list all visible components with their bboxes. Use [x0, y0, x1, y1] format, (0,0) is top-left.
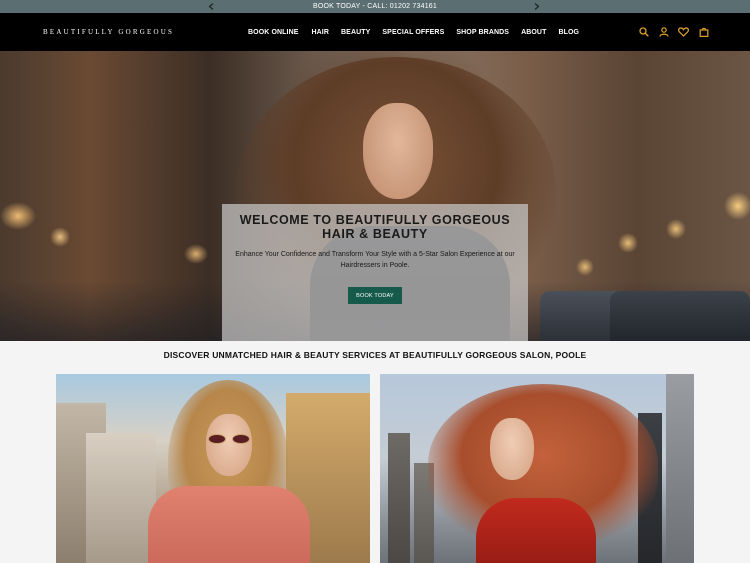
main-nav: BOOK ONLINE HAIR BEAUTY SPECIAL OFFERS S… [248, 13, 579, 51]
chevron-right-icon[interactable] [530, 0, 544, 13]
nav-item-beauty[interactable]: BEAUTY [341, 29, 370, 36]
model-face [490, 418, 534, 480]
search-icon[interactable] [638, 27, 649, 38]
nav-item-shop-brands[interactable]: SHOP BRANDS [456, 29, 509, 36]
bag-icon[interactable] [698, 27, 709, 38]
site-header: BEAUTIFULLY GORGEOUS BOOK ONLINE HAIR BE… [0, 13, 750, 51]
announcement-bar: BOOK TODAY - CALL: 01202 734161 [0, 0, 750, 13]
nav-item-book-online[interactable]: BOOK ONLINE [248, 29, 299, 36]
account-icon[interactable] [658, 27, 669, 38]
heart-icon[interactable] [678, 27, 689, 38]
model-coat [148, 486, 310, 563]
building [666, 374, 694, 563]
announcement-text[interactable]: BOOK TODAY - CALL: 01202 734161 [313, 3, 437, 10]
book-today-button[interactable]: BOOK TODAY [348, 287, 402, 304]
nav-item-blog[interactable]: BLOG [558, 29, 579, 36]
hero-car [610, 291, 750, 341]
hero-banner: WELCOME TO BEAUTIFULLY GORGEOUS HAIR & B… [0, 51, 750, 341]
chevron-left-icon[interactable] [204, 0, 218, 13]
hero-overlay: WELCOME TO BEAUTIFULLY GORGEOUS HAIR & B… [222, 204, 528, 341]
nav-item-about[interactable]: ABOUT [521, 29, 546, 36]
sunglasses [208, 434, 250, 444]
model-coat [476, 498, 596, 563]
hero-subtitle: Enhance Your Confidence and Transform Yo… [235, 251, 515, 269]
hero-model-face [363, 103, 433, 199]
building [388, 433, 410, 563]
hero-title: WELCOME TO BEAUTIFULLY GORGEOUS HAIR & B… [239, 213, 511, 241]
section-title: DISCOVER UNMATCHED HAIR & BEAUTY SERVICE… [163, 350, 587, 360]
nav-item-special-offers[interactable]: SPECIAL OFFERS [382, 29, 444, 36]
service-card-image[interactable] [56, 374, 370, 563]
services-section: DISCOVER UNMATCHED HAIR & BEAUTY SERVICE… [0, 341, 750, 563]
header-actions [638, 13, 709, 51]
nav-item-hair[interactable]: HAIR [312, 29, 330, 36]
service-card-image[interactable] [380, 374, 694, 563]
site-logo[interactable]: BEAUTIFULLY GORGEOUS [43, 13, 174, 51]
model-face [206, 414, 252, 476]
building [86, 433, 156, 563]
